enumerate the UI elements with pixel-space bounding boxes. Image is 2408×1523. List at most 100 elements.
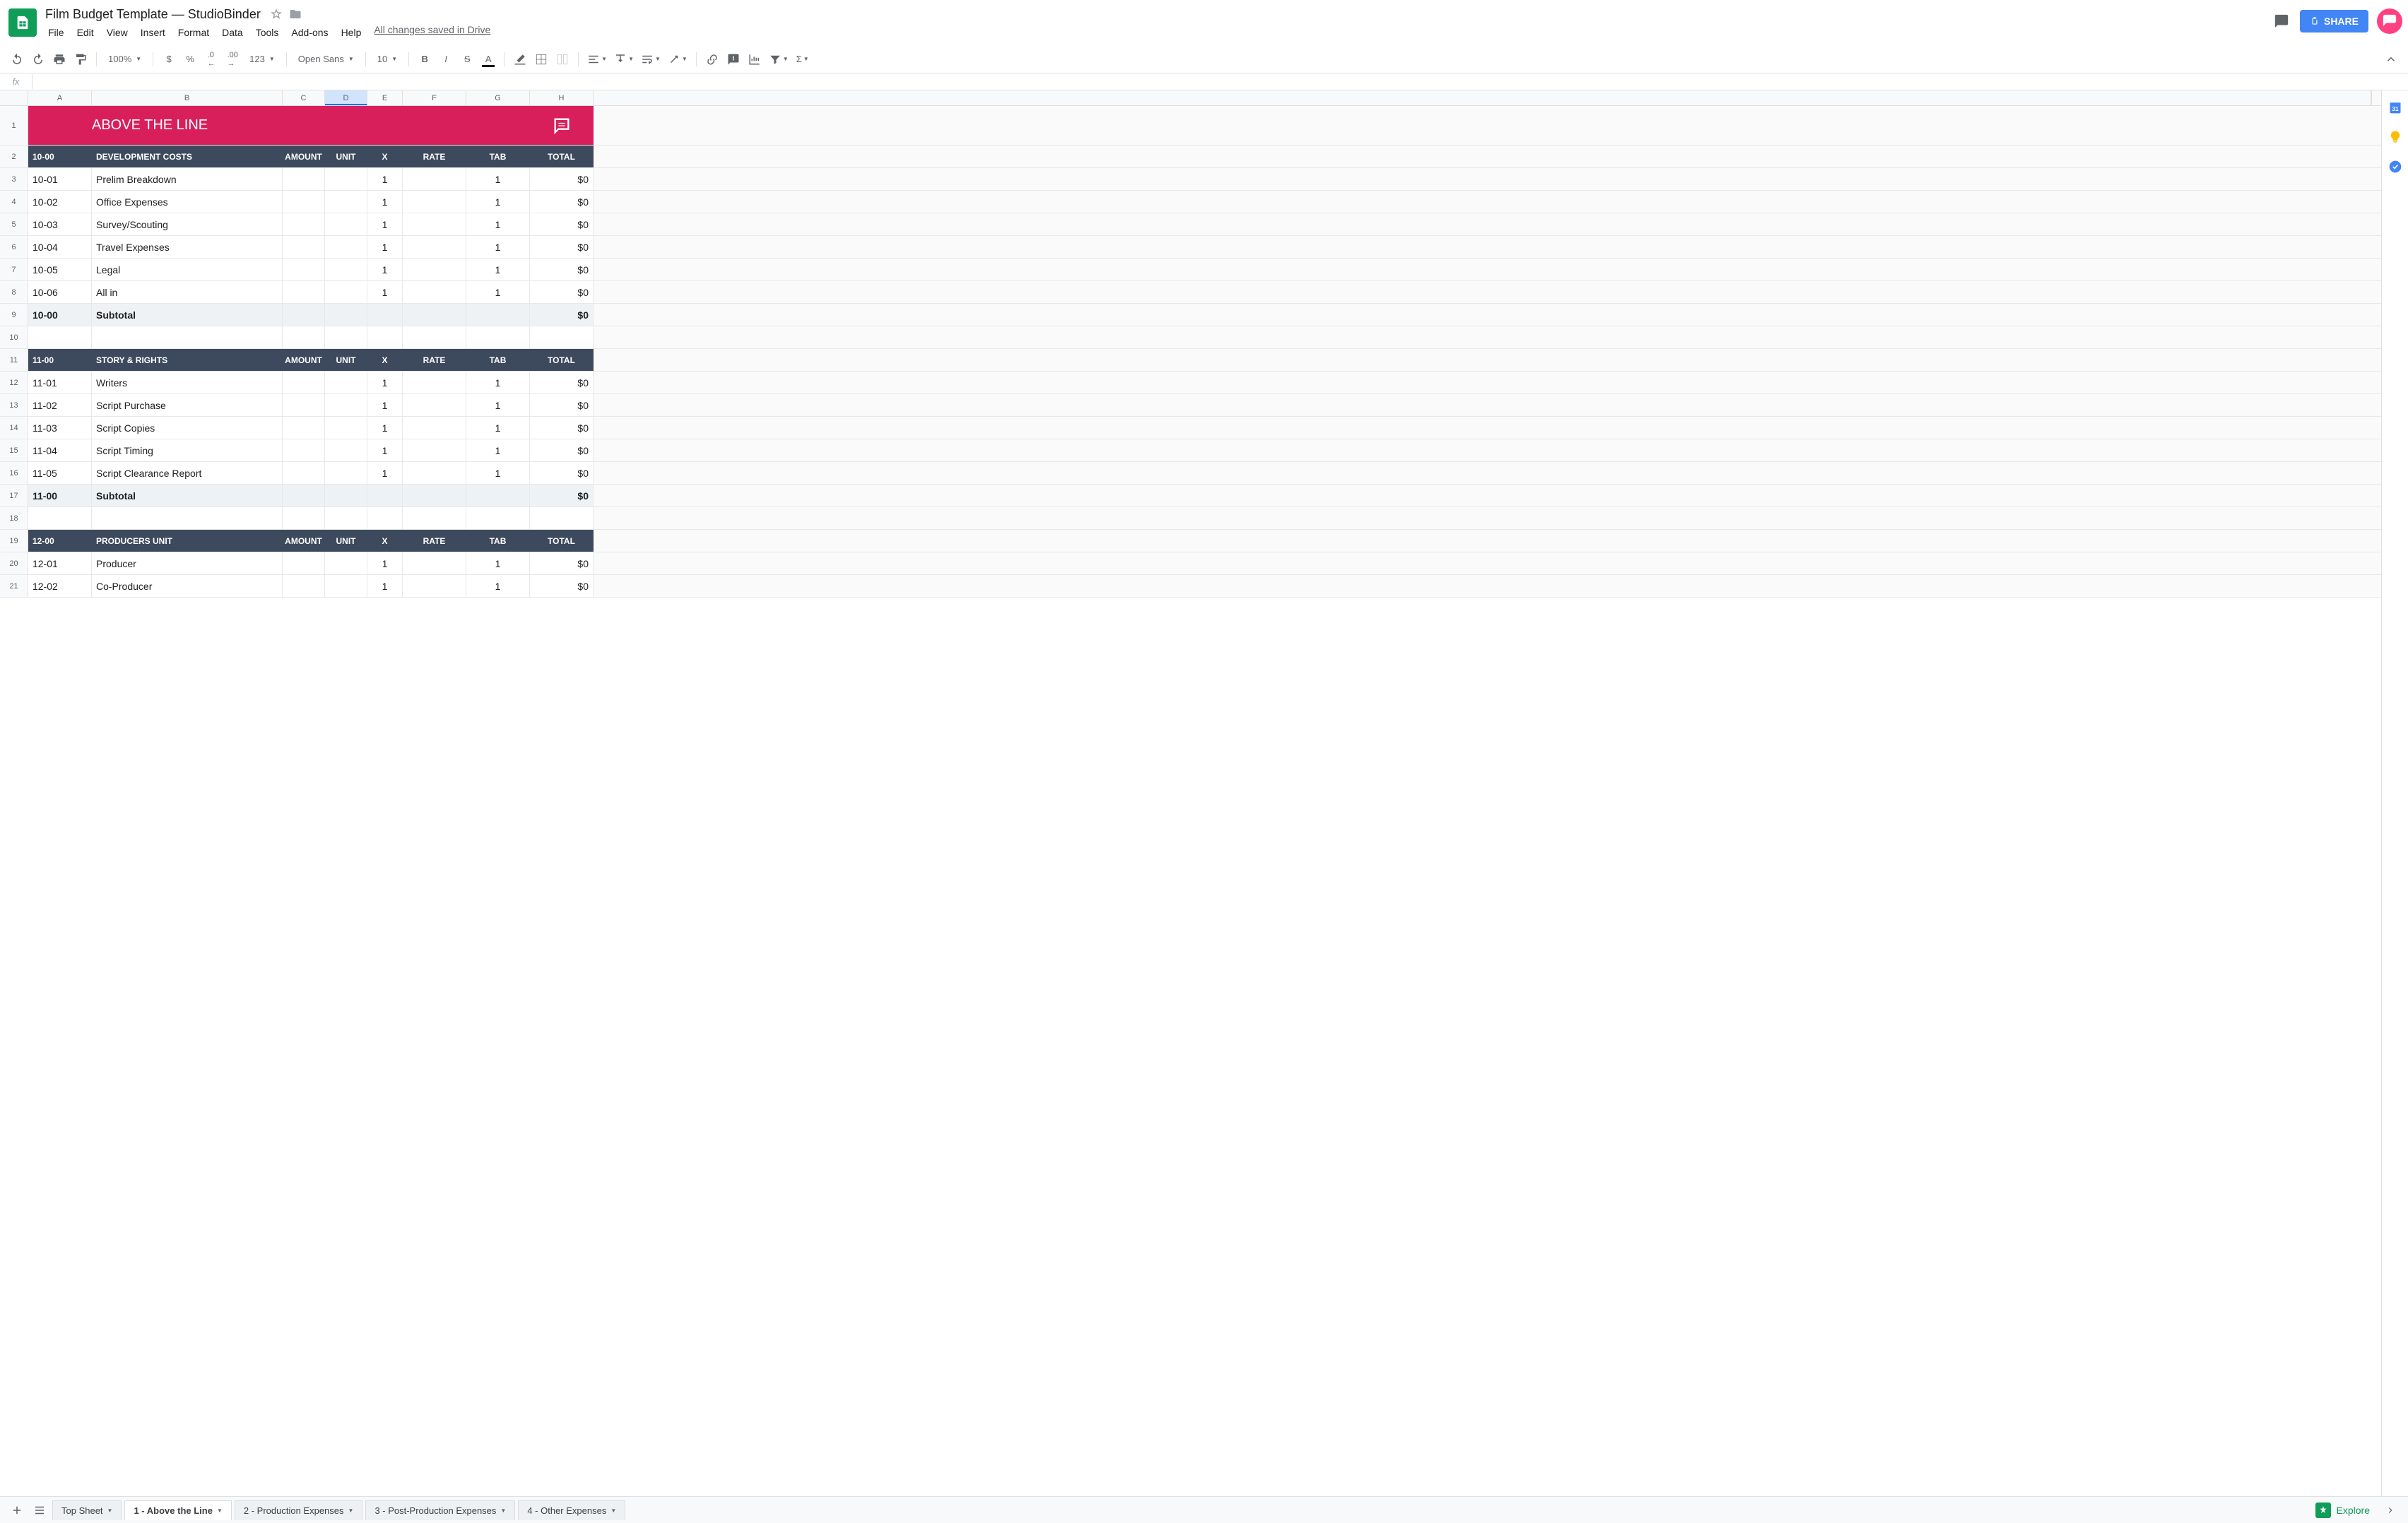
menu-tools[interactable]: Tools xyxy=(250,24,285,41)
cell-A8[interactable]: 10-06 xyxy=(28,281,92,303)
cell-D8[interactable] xyxy=(325,281,367,303)
cell-H12[interactable]: $0 xyxy=(530,372,594,393)
comments-icon[interactable] xyxy=(2272,11,2291,31)
cell-D17[interactable] xyxy=(325,485,367,506)
cell-B13[interactable]: Script Purchase xyxy=(92,394,283,416)
redo-button[interactable] xyxy=(28,49,48,69)
menu-help[interactable]: Help xyxy=(336,24,367,41)
menu-data[interactable]: Data xyxy=(216,24,249,41)
bold-button[interactable]: B xyxy=(415,49,435,69)
star-icon[interactable] xyxy=(271,8,282,20)
cell-D4[interactable] xyxy=(325,191,367,213)
cell-E21[interactable]: 1 xyxy=(367,575,403,597)
cell-F11[interactable]: RATE xyxy=(403,349,466,371)
cell-H3[interactable]: $0 xyxy=(530,168,594,190)
cell-F1[interactable] xyxy=(403,106,466,145)
row-header-10[interactable]: 10 xyxy=(0,326,28,348)
cell-C18[interactable] xyxy=(283,507,325,529)
cell-D18[interactable] xyxy=(325,507,367,529)
row-header-9[interactable]: 9 xyxy=(0,304,28,326)
chart-button[interactable] xyxy=(745,49,765,69)
cell-E17[interactable] xyxy=(367,485,403,506)
explore-button[interactable]: Explore xyxy=(2308,1500,2377,1521)
formula-input[interactable] xyxy=(33,74,2408,89)
print-button[interactable] xyxy=(49,49,69,69)
functions-button[interactable]: Σ▼ xyxy=(793,49,813,69)
cell-H8[interactable]: $0 xyxy=(530,281,594,303)
tasks-icon[interactable] xyxy=(2388,160,2402,174)
cell-A2[interactable]: 10-00 xyxy=(28,146,92,167)
comment-button[interactable] xyxy=(724,49,743,69)
cell-H6[interactable]: $0 xyxy=(530,236,594,258)
cell-D3[interactable] xyxy=(325,168,367,190)
share-button[interactable]: SHARE xyxy=(2300,10,2368,32)
cell-D7[interactable] xyxy=(325,259,367,280)
menu-edit[interactable]: Edit xyxy=(71,24,100,41)
cell-E8[interactable]: 1 xyxy=(367,281,403,303)
cell-G13[interactable]: 1 xyxy=(466,394,530,416)
cell-G18[interactable] xyxy=(466,507,530,529)
cell-B19[interactable]: PRODUCERS UNIT xyxy=(92,530,283,552)
cell-B17[interactable]: Subtotal xyxy=(92,485,283,506)
cell-B7[interactable]: Legal xyxy=(92,259,283,280)
cell-A11[interactable]: 11-00 xyxy=(28,349,92,371)
decrease-decimal-button[interactable]: .0← xyxy=(201,49,221,69)
row-header-19[interactable]: 19 xyxy=(0,530,28,552)
cell-H15[interactable]: $0 xyxy=(530,439,594,461)
cell-F10[interactable] xyxy=(403,326,466,348)
cell-B9[interactable]: Subtotal xyxy=(92,304,283,326)
paint-format-button[interactable] xyxy=(71,49,90,69)
menu-view[interactable]: View xyxy=(101,24,134,41)
cell-H17[interactable]: $0 xyxy=(530,485,594,506)
percent-button[interactable]: % xyxy=(180,49,200,69)
cell-H2[interactable]: TOTAL xyxy=(530,146,594,167)
cell-C10[interactable] xyxy=(283,326,325,348)
grid[interactable]: 1ABOVE THE LINE210-00DEVELOPMENT COSTSAM… xyxy=(0,106,2381,1496)
cell-C9[interactable] xyxy=(283,304,325,326)
cell-G2[interactable]: TAB xyxy=(466,146,530,167)
cell-F19[interactable]: RATE xyxy=(403,530,466,552)
fontsize-dropdown[interactable]: 10▼ xyxy=(372,49,403,69)
text-color-button[interactable]: A xyxy=(478,49,498,69)
cell-A9[interactable]: 10-00 xyxy=(28,304,92,326)
cell-F9[interactable] xyxy=(403,304,466,326)
cell-H1[interactable] xyxy=(530,106,594,145)
wrap-button[interactable]: ▼ xyxy=(638,49,663,69)
row-header-8[interactable]: 8 xyxy=(0,281,28,303)
cell-H19[interactable]: TOTAL xyxy=(530,530,594,552)
sheet-tab-3[interactable]: 3 - Post-Production Expenses▼ xyxy=(365,1500,515,1520)
increase-decimal-button[interactable]: .00→ xyxy=(223,49,242,69)
cell-E19[interactable]: X xyxy=(367,530,403,552)
cell-C16[interactable] xyxy=(283,462,325,484)
cell-G12[interactable]: 1 xyxy=(466,372,530,393)
cell-C2[interactable]: AMOUNT xyxy=(283,146,325,167)
cell-G10[interactable] xyxy=(466,326,530,348)
cell-E1[interactable] xyxy=(367,106,403,145)
column-header-H[interactable]: H xyxy=(530,90,594,105)
cell-B6[interactable]: Travel Expenses xyxy=(92,236,283,258)
cell-A21[interactable]: 12-02 xyxy=(28,575,92,597)
column-header-E[interactable]: E xyxy=(367,90,403,105)
cell-D13[interactable] xyxy=(325,394,367,416)
cell-H16[interactable]: $0 xyxy=(530,462,594,484)
cell-D12[interactable] xyxy=(325,372,367,393)
cell-A12[interactable]: 11-01 xyxy=(28,372,92,393)
cell-A6[interactable]: 10-04 xyxy=(28,236,92,258)
link-button[interactable] xyxy=(702,49,722,69)
cell-E9[interactable] xyxy=(367,304,403,326)
cell-A17[interactable]: 11-00 xyxy=(28,485,92,506)
cell-E5[interactable]: 1 xyxy=(367,213,403,235)
zoom-dropdown[interactable]: 100%▼ xyxy=(102,49,147,69)
cell-E10[interactable] xyxy=(367,326,403,348)
cell-G8[interactable]: 1 xyxy=(466,281,530,303)
cell-E3[interactable]: 1 xyxy=(367,168,403,190)
cell-B18[interactable] xyxy=(92,507,283,529)
cell-C7[interactable] xyxy=(283,259,325,280)
collapse-toolbar-button[interactable] xyxy=(2381,49,2401,69)
cell-G7[interactable]: 1 xyxy=(466,259,530,280)
cell-H18[interactable] xyxy=(530,507,594,529)
cell-B11[interactable]: STORY & RIGHTS xyxy=(92,349,283,371)
cell-F7[interactable] xyxy=(403,259,466,280)
cell-C15[interactable] xyxy=(283,439,325,461)
cell-A4[interactable]: 10-02 xyxy=(28,191,92,213)
